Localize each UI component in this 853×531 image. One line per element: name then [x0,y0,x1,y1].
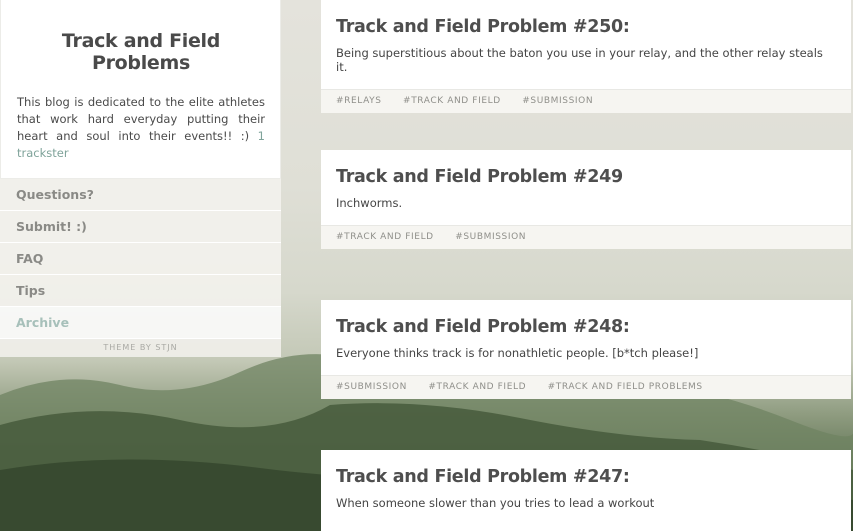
post-247: Track and Field Problem #247: When someo… [321,450,851,531]
tag-link[interactable]: #TRACK AND FIELD [403,96,501,106]
post-body: Being superstitious about the baton you … [336,46,823,74]
nav-item-questions[interactable]: Questions? [0,179,281,211]
blog-description: This blog is dedicated to the elite athl… [17,94,265,162]
theme-credit[interactable]: THEME BY STJN [0,339,281,357]
post-body: Inchworms. [336,196,403,210]
sidebar-header: Track and Field Problems This blog is de… [0,0,281,179]
post-248: Track and Field Problem #248: Everyone t… [321,300,851,399]
post-body: Everyone thinks track is for nonathletic… [336,346,699,360]
nav-item-archive[interactable]: Archive [0,307,281,339]
post-title[interactable]: Track and Field Problem #248: [321,300,851,337]
blog-title[interactable]: Track and Field Problems [17,30,265,74]
sidebar-nav: Questions? Submit! :) FAQ Tips Archive [0,179,281,339]
post-tags: #SUBMISSION #TRACK AND FIELD #TRACK AND … [321,375,851,399]
post-title[interactable]: Track and Field Problem #249 [321,150,851,187]
nav-item-faq[interactable]: FAQ [0,243,281,275]
post-tags: #RELAYS #TRACK AND FIELD #SUBMISSION [321,89,851,113]
tag-link[interactable]: #SUBMISSION [336,382,407,392]
post-249: Track and Field Problem #249 Inchworms. … [321,150,851,249]
tag-link[interactable]: #TRACK AND FIELD [336,232,434,242]
tag-link[interactable]: #SUBMISSION [455,232,526,242]
tag-link[interactable]: #SUBMISSION [522,96,593,106]
post-tags: #TRACK AND FIELD #SUBMISSION [321,225,851,249]
post-body: When someone slower than you tries to le… [336,496,655,510]
nav-item-submit[interactable]: Submit! :) [0,211,281,243]
tag-link[interactable]: #TRACK AND FIELD PROBLEMS [548,382,703,392]
post-title[interactable]: Track and Field Problem #247: [321,450,851,487]
blog-description-text: This blog is dedicated to the elite athl… [17,95,265,143]
post-title[interactable]: Track and Field Problem #250: [321,0,851,37]
post-250: Track and Field Problem #250: Being supe… [321,0,851,113]
nav-item-tips[interactable]: Tips [0,275,281,307]
tag-link[interactable]: #RELAYS [336,96,382,106]
sidebar: Track and Field Problems This blog is de… [0,0,281,357]
tag-link[interactable]: #TRACK AND FIELD [428,382,526,392]
